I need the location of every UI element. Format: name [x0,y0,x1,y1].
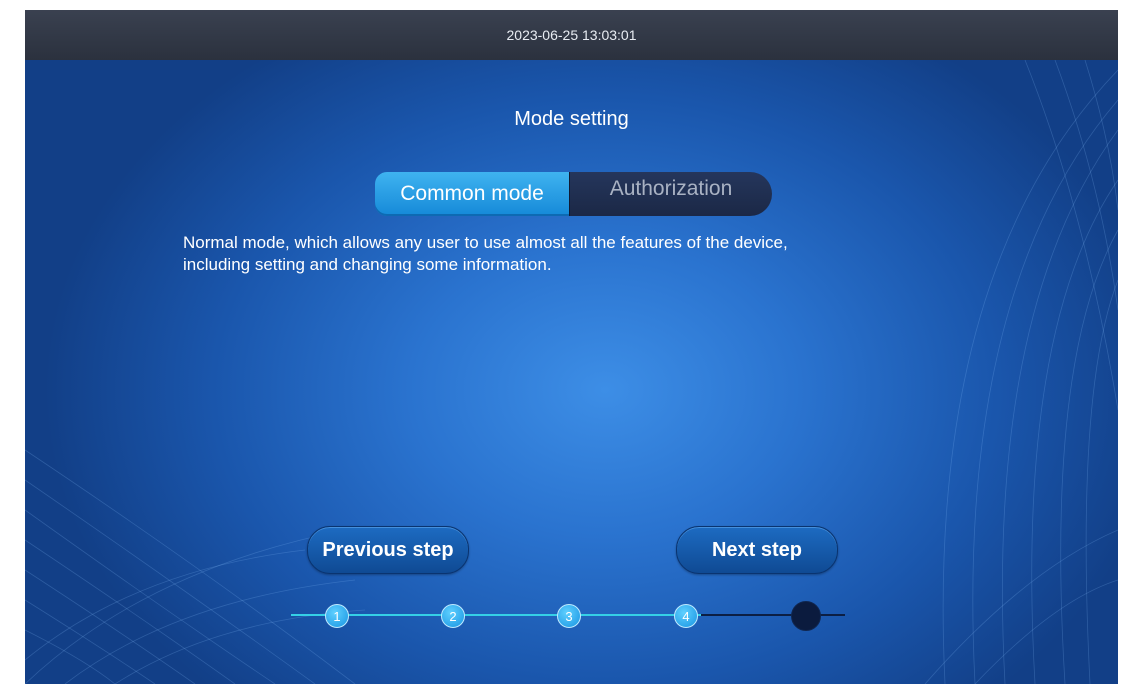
previous-step-button[interactable]: Previous step [307,526,469,574]
step-progress: 1 2 3 4 [291,600,851,631]
mode-tabs: Common mode Authorization [375,172,772,216]
datetime-display: 2023-06-25 13:03:01 [506,27,637,43]
next-step-button[interactable]: Next step [676,526,838,574]
description-line-2: including setting and changing some info… [183,255,552,274]
tab-common-mode-label: Common mode [400,182,544,205]
tab-authorization[interactable]: Authorization [569,172,772,216]
tab-authorization-label: Authorization [609,177,733,200]
step-2-indicator: 2 [441,604,465,628]
page-title: Mode setting [514,108,629,130]
step-1-indicator: 1 [325,604,349,628]
progress-line-completed [291,614,701,616]
step-4-indicator: 4 [674,604,698,628]
tab-common-mode[interactable]: Common mode [375,172,569,216]
status-bar: 2023-06-25 13:03:01 [25,10,1118,60]
current-step-indicator [791,601,821,631]
device-screen: 2023-06-25 13:03:01 Mode setting Common … [25,10,1118,684]
description-line-1: Normal mode, which allows any user to us… [183,233,788,252]
progress-line-remaining [701,614,845,616]
step-3-indicator: 3 [557,604,581,628]
mode-description: Normal mode, which allows any user to us… [183,232,983,276]
